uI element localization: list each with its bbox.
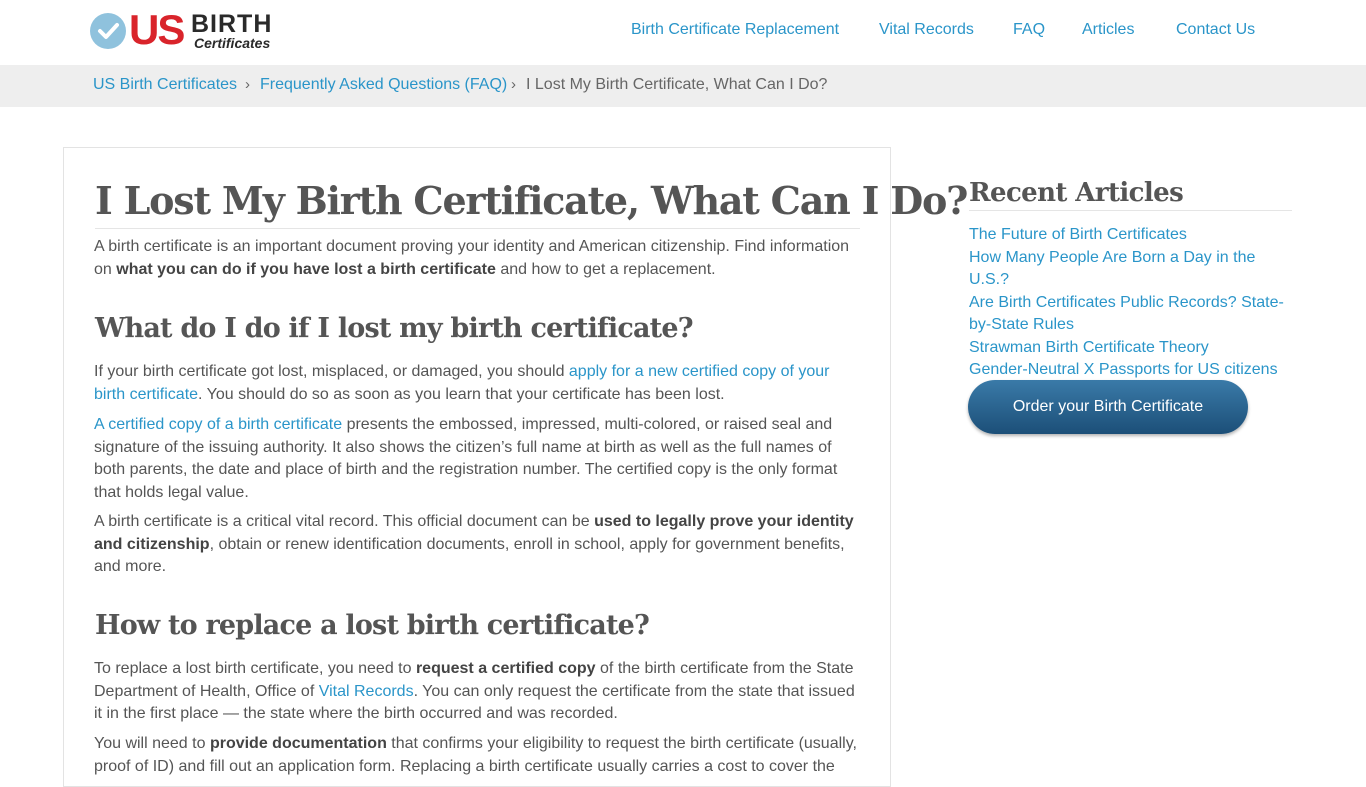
intro-bold: what you can do if you have lost a birth… <box>116 260 496 278</box>
paragraph-certified-copy: A certified copy of a birth certificate … <box>94 414 864 504</box>
paragraph-apply: If your birth certificate got lost, misp… <box>94 361 864 406</box>
certified-copy-link[interactable]: A certified copy of a birth certificate <box>94 416 342 433</box>
paragraph-replace: To replace a lost birth certificate, you… <box>94 658 864 726</box>
paragraph-text: If your birth certificate got lost, misp… <box>94 363 569 380</box>
section-heading-replace: How to replace a lost birth certificate? <box>95 610 650 641</box>
recent-article-link[interactable]: Gender-Neutral X Passports for US citize… <box>969 359 1299 382</box>
page-title: I Lost My Birth Certificate, What Can I … <box>95 178 968 223</box>
recent-article-link[interactable]: Strawman Birth Certificate Theory <box>969 337 1299 360</box>
vital-records-link[interactable]: Vital Records <box>319 683 414 700</box>
nav-birth-certificate-replacement[interactable]: Birth Certificate Replacement <box>631 21 839 39</box>
breadcrumb-faq-link[interactable]: Frequently Asked Questions (FAQ) <box>260 76 507 94</box>
logo-us-text: US <box>129 6 185 53</box>
order-birth-certificate-button[interactable]: Order your Birth Certificate <box>968 380 1248 434</box>
site-logo[interactable]: US BIRTH Certificates <box>90 6 275 54</box>
sidebar-divider <box>969 210 1292 211</box>
breadcrumb-current: I Lost My Birth Certificate, What Can I … <box>526 76 828 93</box>
paragraph-text: A birth certificate is a critical vital … <box>94 513 595 530</box>
paragraph-text: You will need to <box>94 735 210 752</box>
recent-article-link[interactable]: The Future of Birth Certificates <box>969 224 1299 247</box>
logo-certificates-text: Certificates <box>194 35 271 51</box>
paragraph-vital-record: A birth certificate is a critical vital … <box>94 511 864 579</box>
paragraph-bold: provide documentation <box>209 735 387 752</box>
nav-faq[interactable]: FAQ <box>1013 21 1045 39</box>
breadcrumb-separator: › <box>511 76 516 93</box>
section-heading-lost: What do I do if I lost my birth certific… <box>95 313 694 344</box>
nav-articles[interactable]: Articles <box>1082 21 1134 39</box>
intro-text: and how to get a replacement. <box>495 260 716 278</box>
site-header: US BIRTH Certificates Birth Certificate … <box>0 0 1366 65</box>
recent-articles-heading: Recent Articles <box>969 178 1184 208</box>
nav-vital-records[interactable]: Vital Records <box>879 21 974 39</box>
paragraph-text: . You should do so as soon as you learn … <box>198 385 725 403</box>
breadcrumb-separator: › <box>245 76 250 93</box>
checkmark-icon <box>90 13 126 49</box>
paragraph-documentation: You will need to provide documentation t… <box>94 733 864 778</box>
article-intro: A birth certificate is an important docu… <box>94 236 864 281</box>
paragraph-bold: request a certified copy <box>415 660 596 677</box>
nav-contact-us[interactable]: Contact Us <box>1176 21 1255 39</box>
paragraph-text: To replace a lost birth certificate, you… <box>94 660 416 677</box>
recent-articles-list: The Future of Birth Certificates How Man… <box>969 224 1299 382</box>
breadcrumb-home-link[interactable]: US Birth Certificates <box>93 76 237 94</box>
title-divider <box>95 228 860 229</box>
recent-article-link[interactable]: Are Birth Certificates Public Records? S… <box>969 292 1299 337</box>
logo-birth-text: BIRTH <box>191 10 273 38</box>
recent-article-link[interactable]: How Many People Are Born a Day in the U.… <box>969 247 1299 292</box>
